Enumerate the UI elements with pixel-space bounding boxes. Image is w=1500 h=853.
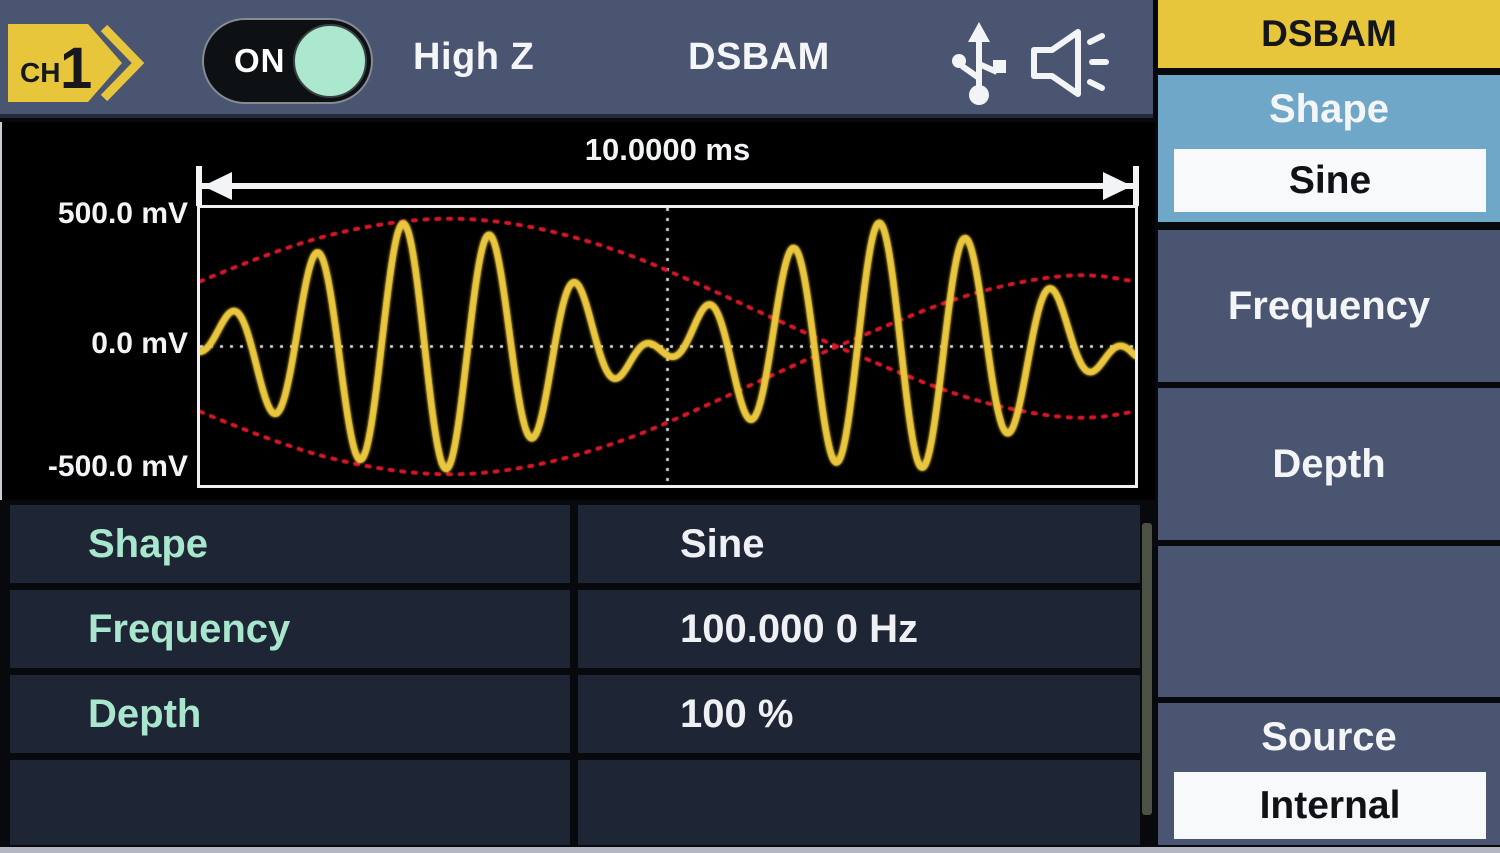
menu-item-label: Shape xyxy=(1158,87,1500,132)
y-axis-label-max: 500.0 mV xyxy=(0,197,188,231)
y-axis-label-zero: 0.0 mV xyxy=(0,327,188,361)
time-span-arrow-icon xyxy=(196,164,1139,208)
param-row-label: Depth xyxy=(10,675,570,753)
param-row-label: Frequency xyxy=(10,590,570,668)
table-scrollbar-thumb[interactable] xyxy=(1142,523,1152,815)
param-row-value xyxy=(578,760,1140,845)
menu-item-value: Sine xyxy=(1174,149,1486,212)
output-on-toggle[interactable]: ON xyxy=(202,18,373,104)
toggle-on-label: ON xyxy=(234,20,286,102)
toggle-knob[interactable] xyxy=(293,24,367,98)
screen-left-edge xyxy=(0,122,2,500)
menu-item-frequency[interactable]: Frequency xyxy=(1158,230,1500,382)
svg-text:1: 1 xyxy=(60,36,92,101)
generator-screen: CH 1 ON High Z DSBAM xyxy=(0,0,1500,853)
param-row-label xyxy=(10,760,570,845)
impedance-status: High Z xyxy=(413,0,534,114)
menu-item-source[interactable]: Source Internal xyxy=(1158,703,1500,845)
beeper-icon xyxy=(1026,28,1114,98)
waveform-preview-area: 10.0000 ms 500.0 mV 0.0 mV -500.0 mV xyxy=(0,122,1155,500)
parameter-table: Shape Sine Frequency 100.000 0 Hz Depth … xyxy=(0,500,1160,853)
modulation-mode-status: DSBAM xyxy=(688,0,830,114)
usb-icon xyxy=(948,20,1010,108)
svg-text:CH: CH xyxy=(20,57,60,88)
param-row-label: Shape xyxy=(10,505,570,583)
channel-1-badge-icon[interactable]: CH 1 xyxy=(8,20,178,106)
soft-menu-sidebar: DSBAM Shape Sine Frequency Depth Source … xyxy=(1158,0,1500,853)
param-row-value: 100 % xyxy=(578,675,1140,753)
menu-title: DSBAM xyxy=(1158,0,1500,68)
screen-bottom-edge xyxy=(0,847,1500,853)
menu-item-blank[interactable] xyxy=(1158,546,1500,697)
y-axis-label-min: -500.0 mV xyxy=(0,450,188,484)
param-row-value: 100.000 0 Hz xyxy=(578,590,1140,668)
waveform-plot-box xyxy=(197,205,1138,488)
top-status-bar: CH 1 ON High Z DSBAM xyxy=(0,0,1153,118)
time-window-label: 10.0000 ms xyxy=(200,132,1135,168)
menu-item-shape[interactable]: Shape Sine xyxy=(1158,75,1500,222)
param-row-value: Sine xyxy=(578,505,1140,583)
menu-item-label: Source xyxy=(1158,715,1500,760)
menu-item-value: Internal xyxy=(1174,772,1486,839)
menu-item-depth[interactable]: Depth xyxy=(1158,388,1500,540)
waveform-canvas xyxy=(200,208,1135,485)
